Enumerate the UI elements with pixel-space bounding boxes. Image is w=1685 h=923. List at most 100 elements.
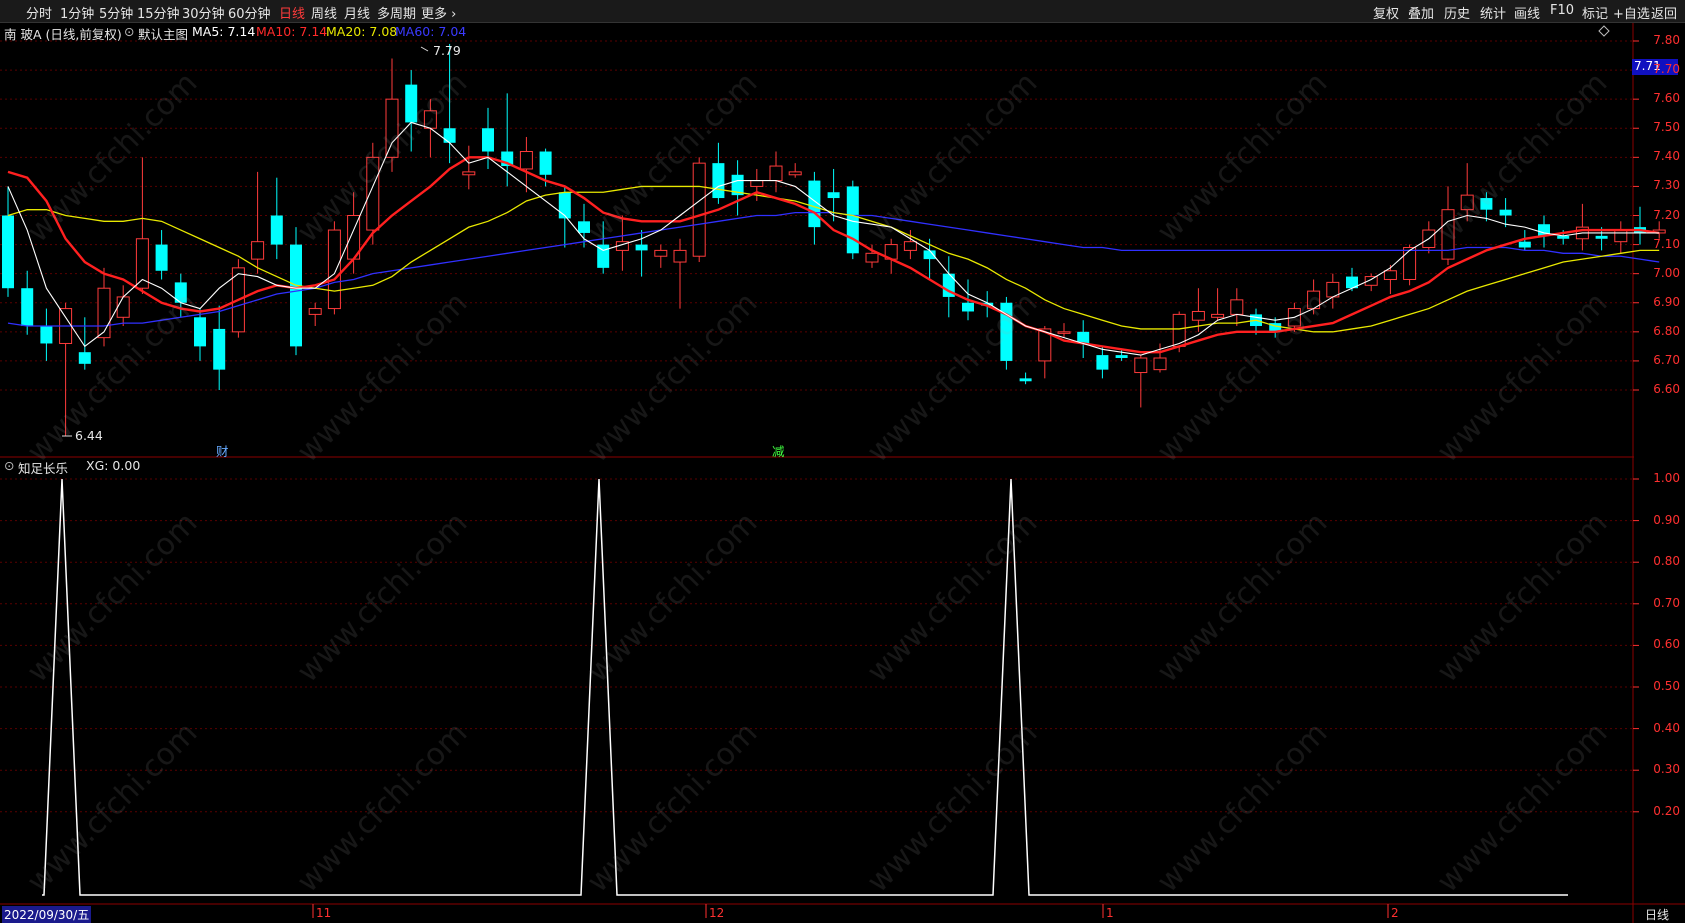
candle-body-down — [558, 192, 571, 219]
event-marker-cai[interactable]: 财 — [216, 441, 229, 460]
template-dropdown-icon[interactable]: ⊙ — [124, 24, 134, 39]
candle-body-up — [1191, 310, 1205, 321]
candle-body-down — [712, 163, 725, 199]
candle-body-up — [519, 151, 533, 170]
price-tick-label: 6.80 — [1653, 323, 1680, 338]
candle-body-down — [40, 326, 53, 344]
candle-body-up — [903, 241, 917, 251]
period-tab-7[interactable]: 周线 — [311, 3, 337, 22]
high-price-annotation: 7.79 — [433, 43, 461, 58]
candle-body-down — [1499, 209, 1512, 216]
candle-body-down — [1096, 355, 1109, 370]
indicator-tick-label: 0.60 — [1653, 637, 1680, 652]
candle-body-down — [1518, 241, 1531, 248]
date-tick-label: 2 — [1391, 906, 1399, 920]
price-tick-label: 6.70 — [1653, 352, 1680, 367]
ma60-value: MA60: 7.04 — [395, 24, 467, 39]
candle-body-up — [462, 171, 476, 176]
candle-body-down — [270, 215, 283, 245]
candle-body-down — [578, 221, 590, 233]
candle-body-up — [1403, 246, 1417, 280]
chart-canvas[interactable] — [0, 0, 1685, 923]
toolbar-action-5[interactable]: F10 — [1550, 3, 1574, 18]
candle-body-down — [827, 192, 840, 199]
date-tick-label: 12 — [709, 906, 725, 920]
period-tab-9[interactable]: 多周期 — [377, 3, 416, 22]
high-annotation-arrow — [420, 46, 429, 52]
candle-body-down — [1595, 235, 1608, 239]
price-tick-label: 7.50 — [1653, 120, 1680, 135]
toolbar-action-2[interactable]: 历史 — [1444, 3, 1470, 22]
date-tick-label: 11 — [316, 906, 332, 920]
price-tick-label: 7.60 — [1653, 91, 1680, 106]
candle-body-up — [750, 180, 764, 187]
event-marker-jian[interactable]: 减 — [772, 441, 785, 460]
price-tick-label: 7.20 — [1653, 207, 1680, 222]
candle-body-up — [385, 98, 399, 158]
candle-body-up — [251, 241, 265, 260]
candle-body-up — [308, 308, 322, 315]
toolbar-action-3[interactable]: 统计 — [1480, 3, 1506, 22]
candle-body-up — [1230, 299, 1244, 315]
price-tick-label: 6.90 — [1653, 294, 1680, 309]
candle-body-up — [865, 252, 879, 263]
ma20-value: MA20: 7.08 — [326, 24, 398, 39]
indicator-value: XG: 0.00 — [86, 458, 141, 473]
period-tab-4[interactable]: 30分钟 — [182, 3, 225, 22]
indicator-tick-label: 0.80 — [1653, 554, 1680, 569]
candle-body-down — [1480, 198, 1493, 210]
candle-body-up — [97, 287, 111, 339]
toolbar-action-4[interactable]: 画线 — [1514, 3, 1540, 22]
period-tab-2[interactable]: 5分钟 — [99, 3, 133, 22]
indicator-tick-label: 0.20 — [1653, 803, 1680, 818]
candle-body-down — [155, 244, 168, 271]
ma5-value: MA5: 7.14 — [192, 24, 256, 39]
low-price-annotation: 6.44 — [75, 428, 103, 443]
ma10-value: MA10: 7.14 — [256, 24, 328, 39]
candle-body-up — [692, 162, 706, 257]
period-tab-10[interactable]: 更多 › — [421, 3, 456, 22]
indicator-tick-label: 0.40 — [1653, 720, 1680, 735]
price-tick-label: 7.10 — [1653, 236, 1680, 251]
period-tab-0[interactable]: 分时 — [26, 3, 52, 22]
toolbar-action-1[interactable]: 叠加 — [1408, 3, 1434, 22]
candle-body-down — [405, 84, 418, 123]
candle-body-down — [1115, 355, 1128, 359]
price-tick-label: 7.80 — [1653, 33, 1680, 47]
candle-body-down — [1019, 378, 1032, 382]
period-tab-5[interactable]: 60分钟 — [228, 3, 271, 22]
candle-body-down — [962, 302, 974, 312]
candle-body-up — [788, 171, 802, 176]
indicator-tick-label: 1.00 — [1653, 471, 1680, 485]
indicator-name[interactable]: 知足长乐 — [18, 458, 68, 477]
indicator-dropdown-icon[interactable]: ⊙ — [4, 458, 14, 473]
candle-body-down — [290, 244, 302, 347]
candle-body-up — [423, 110, 437, 129]
candle-body-up — [327, 229, 341, 310]
indicator-tick-label: 0.70 — [1653, 595, 1680, 610]
candle-body-up — [1460, 194, 1474, 211]
template-label[interactable]: 默认主图 — [138, 24, 188, 43]
candle-body-down — [443, 128, 456, 143]
toolbar-action-0[interactable]: 复权 — [1373, 3, 1399, 22]
toolbar-action-6[interactable]: 标记 — [1582, 3, 1608, 22]
candle-body-up — [1134, 357, 1148, 374]
toolbar-action-8[interactable]: 返回 — [1651, 3, 1677, 22]
diamond-marker-icon — [1598, 25, 1610, 37]
indicator-tick-label: 0.30 — [1653, 762, 1680, 777]
period-tab-3[interactable]: 15分钟 — [137, 3, 180, 22]
period-tab-8[interactable]: 月线 — [344, 3, 370, 22]
period-tab-6[interactable]: 日线 — [279, 3, 305, 22]
toolbar-action-7[interactable]: +自选 — [1613, 3, 1650, 22]
candle-body-down — [635, 244, 648, 251]
period-tab-1[interactable]: 1分钟 — [60, 3, 94, 22]
candle-body-up — [1614, 229, 1628, 243]
period-toolbar: 分时 1分钟 5分钟 15分钟 30分钟 60分钟 日线 周线 月线 多周期 更多 › 复权 叠加 历史统… — [0, 0, 1685, 23]
candle-body-down — [539, 151, 552, 175]
candle-body-down — [482, 128, 494, 152]
candle-body-up — [1057, 331, 1071, 334]
candle-body-up — [1383, 270, 1397, 280]
candle-body-down — [21, 288, 34, 327]
candle-body-up — [1153, 357, 1167, 371]
indicator-tick-label: 0.50 — [1653, 679, 1680, 693]
